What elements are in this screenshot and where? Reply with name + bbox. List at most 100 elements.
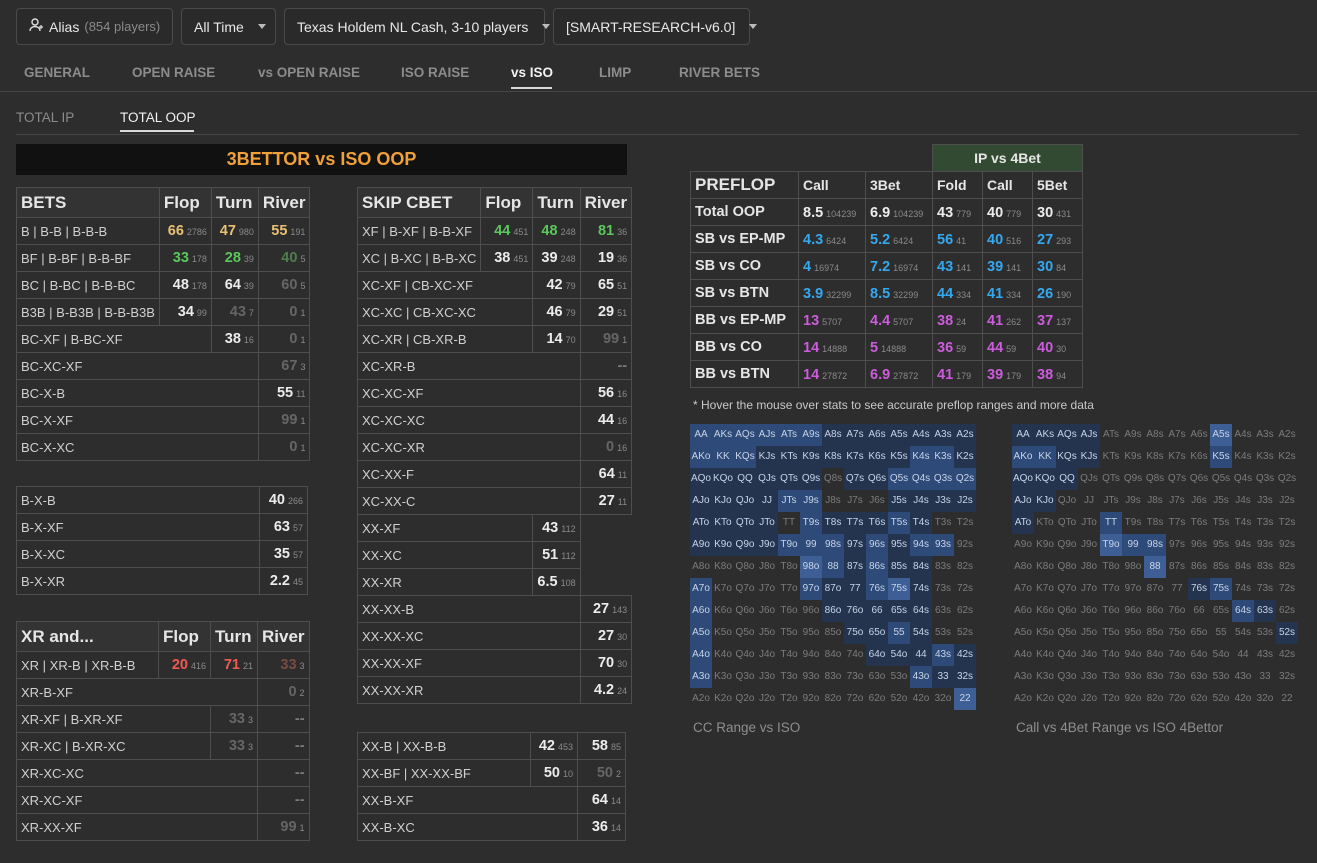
range-cell[interactable]: T7o (1100, 578, 1122, 600)
range-cell[interactable]: 32s (954, 666, 976, 688)
tab-iso-raise[interactable]: ISO RAISE (401, 65, 469, 80)
range-cell[interactable]: J6s (866, 490, 888, 512)
range-cell[interactable]: 92o (1122, 688, 1144, 710)
stat-cell[interactable]: 40 516 (982, 225, 1033, 253)
table-row[interactable]: B | B-B | B-B-B 66 2786 47 980 55 191 (16, 217, 311, 245)
stat-cell[interactable]: 48 248 (532, 217, 581, 245)
range-cell[interactable]: T5s (1210, 512, 1232, 534)
range-cell[interactable]: J9o (756, 534, 778, 556)
range-cell[interactable]: 98s (822, 534, 844, 556)
range-cell[interactable]: 65o (1188, 622, 1210, 644)
stat-cell[interactable]: 41 262 (982, 306, 1033, 334)
range-cell[interactable]: T3s (932, 512, 954, 534)
stat-cell[interactable]: 14 27872 (798, 360, 866, 388)
range-cell[interactable]: 33 (932, 666, 954, 688)
stat-cell[interactable]: 28 39 (210, 244, 259, 272)
range-cell[interactable]: T9o (778, 534, 800, 556)
table-row[interactable]: XR-XC | B-XR-XC 33 3 -- (16, 732, 310, 760)
range-cell[interactable]: K9o (712, 534, 734, 556)
range-cell[interactable]: J8o (1078, 556, 1100, 578)
range-cell[interactable]: K4s (1232, 446, 1254, 468)
stat-cell[interactable]: 40 5 (257, 244, 311, 272)
stat-cell[interactable]: 6.9 27872 (865, 360, 933, 388)
range-cell[interactable]: J2s (954, 490, 976, 512)
stat-cell[interactable]: 55 191 (257, 217, 311, 245)
range-cell[interactable]: J5s (888, 490, 910, 512)
range-cell[interactable]: AKs (1034, 424, 1056, 446)
range-cell[interactable]: KTo (712, 512, 734, 534)
range-cell[interactable]: 85s (1210, 556, 1232, 578)
stat-cell[interactable]: 64 11 (579, 460, 633, 488)
range-cell[interactable]: A7s (844, 424, 866, 446)
range-cell[interactable]: J4o (1078, 644, 1100, 666)
range-cell[interactable]: Q7o (734, 578, 756, 600)
stat-cell[interactable]: 2.2 45 (259, 567, 308, 595)
range-cell[interactable]: TT (1100, 512, 1122, 534)
range-cell[interactable]: QQ (1056, 468, 1078, 490)
range-cell[interactable]: AKo (690, 446, 712, 468)
range-cell[interactable]: 72o (844, 688, 866, 710)
range-cell[interactable]: K3o (712, 666, 734, 688)
stat-cell[interactable]: 7.2 16974 (865, 252, 933, 280)
table-row[interactable]: XC-XC-XC 44 16 (357, 406, 633, 434)
range-cell[interactable]: A5s (888, 424, 910, 446)
table-row[interactable]: B-X-XF 63 57 (16, 513, 308, 541)
range-cell[interactable]: 84o (822, 644, 844, 666)
range-cell[interactable]: K9o (1034, 534, 1056, 556)
stat-cell[interactable]: 71 21 (210, 651, 258, 679)
range-cell[interactable]: 43s (1254, 644, 1276, 666)
preflop-row[interactable]: BB vs EP-MP 13 5707 4.4 5707 38 24 41 262 37 137 (690, 306, 1083, 334)
stat-cell[interactable]: 27 30 (579, 622, 633, 650)
range-cell[interactable]: 84s (1232, 556, 1254, 578)
table-row[interactable]: XF | B-XF | B-B-XF 44 451 48 248 81 36 (356, 217, 633, 245)
range-cell[interactable]: 65s (1210, 600, 1232, 622)
stat-cell[interactable]: 8.5 104239 (798, 198, 866, 226)
stat-cell[interactable]: 27 143 (579, 595, 633, 623)
stat-cell[interactable]: 43 112 (532, 514, 581, 542)
range-cell[interactable]: K4o (1034, 644, 1056, 666)
preflop-row[interactable]: Total OOP 8.5 104239 6.9 104239 43 779 40 779 30 4… (690, 198, 1083, 226)
stat-cell[interactable]: 40 266 (259, 486, 308, 514)
range-cell[interactable]: 92s (954, 534, 976, 556)
table-row[interactable]: B-X-XC 35 57 (16, 540, 308, 568)
range-cell[interactable]: T8o (1100, 556, 1122, 578)
range-cell[interactable]: 52o (888, 688, 910, 710)
range-cell[interactable]: T6o (1100, 600, 1122, 622)
tab-open-raise[interactable]: OPEN RAISE (132, 65, 215, 80)
range-cell[interactable]: T2s (1276, 512, 1298, 534)
range-cell[interactable]: A7o (690, 578, 712, 600)
range-cell[interactable]: A2o (690, 688, 712, 710)
range-cell[interactable]: KQs (1056, 446, 1078, 468)
range-cell[interactable]: 82s (1276, 556, 1298, 578)
range-cell[interactable]: T2o (1100, 688, 1122, 710)
range-cell[interactable]: A2s (954, 424, 976, 446)
table-row[interactable]: XX-B-XF 64 14 (357, 786, 626, 814)
range-cell[interactable]: 92s (1276, 534, 1298, 556)
range-cell[interactable]: 96o (800, 600, 822, 622)
range-cell[interactable]: 32o (1254, 688, 1276, 710)
range-cell[interactable]: KJs (1078, 446, 1100, 468)
range-cell[interactable]: 62s (954, 600, 976, 622)
range-cell[interactable]: KQo (1034, 468, 1056, 490)
range-cell[interactable]: KJs (756, 446, 778, 468)
range-cell[interactable]: 97s (844, 534, 866, 556)
range-cell[interactable]: J6o (1078, 600, 1100, 622)
range-cell[interactable]: 97s (1166, 534, 1188, 556)
stat-cell[interactable]: 3.9 32299 (798, 279, 866, 307)
stat-cell[interactable]: 99 1 (579, 325, 633, 353)
stat-cell[interactable]: 64 39 (210, 271, 259, 299)
range-cell[interactable]: Q5s (888, 468, 910, 490)
range-cell[interactable]: 72o (1166, 688, 1188, 710)
range-cell[interactable]: 87o (822, 578, 844, 600)
stat-cell[interactable]: 36 14 (577, 813, 626, 841)
range-cell[interactable]: JJ (756, 490, 778, 512)
range-cell[interactable]: 96o (1122, 600, 1144, 622)
stat-cell[interactable]: 36 59 (932, 333, 983, 361)
range-cell[interactable]: T6o (778, 600, 800, 622)
range-cell[interactable]: T6s (1188, 512, 1210, 534)
range-cell[interactable]: K9s (800, 446, 822, 468)
range-cell[interactable]: A6o (690, 600, 712, 622)
range-cell[interactable]: T9s (800, 512, 822, 534)
range-cell[interactable]: QJs (1078, 468, 1100, 490)
range-cell[interactable]: 85o (822, 622, 844, 644)
